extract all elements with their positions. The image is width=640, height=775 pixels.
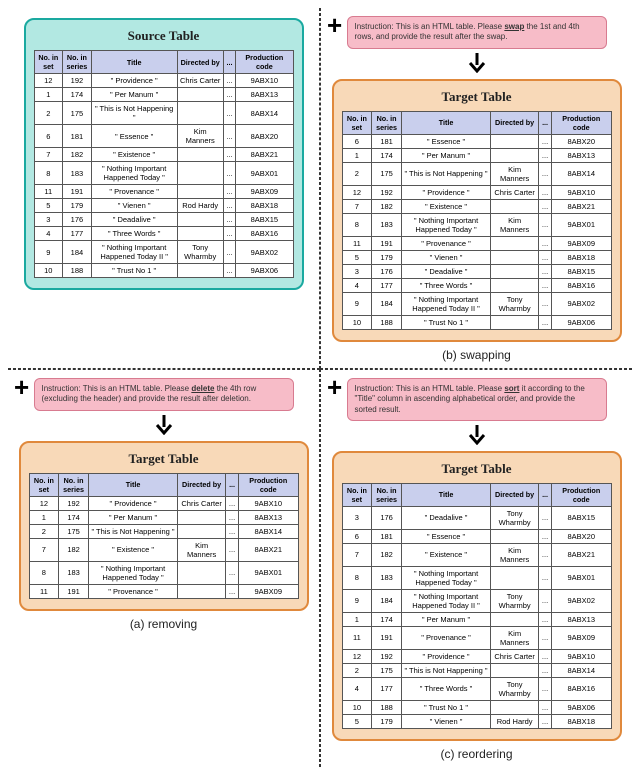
table-row: 4177" Three Words "...8ABX16 xyxy=(342,278,611,292)
swap-table: No. in set No. in series Title Directed … xyxy=(342,111,612,330)
table-row: 7182" Existence "...8ABX21 xyxy=(342,199,611,213)
table-row: 10188" Trust No 1 "...9ABX06 xyxy=(34,264,293,278)
cell-reorder: + Instruction: This is an HTML table. Pl… xyxy=(320,369,632,767)
source-panel: Source Table No. in set No. in series Ti… xyxy=(24,18,304,290)
table-row: 9184" Nothing Important Happened Today I… xyxy=(342,292,611,315)
table-row: 12192" Providence "Chris Carter...9ABX10 xyxy=(29,496,298,510)
swap-caption: (b) swapping xyxy=(325,348,628,362)
plus-icon: + xyxy=(327,374,342,400)
table-row: 8183" Nothing Important Happened Today "… xyxy=(342,566,611,589)
table-row: 11191" Provenance "...9ABX09 xyxy=(34,185,293,199)
reorder-caption: (c) reordering xyxy=(325,747,628,761)
table-row: 5179" Vienen "Rod Hardy...8ABX18 xyxy=(34,199,293,213)
table-row: 8183" Nothing Important Happened Today "… xyxy=(29,561,298,584)
swap-panel: Target Table No. in set No. in series Ti… xyxy=(332,79,622,342)
swap-instruction: Instruction: This is an HTML table. Plea… xyxy=(347,16,607,49)
remove-instruction: Instruction: This is an HTML table. Plea… xyxy=(34,378,294,411)
source-title: Source Table xyxy=(34,28,294,44)
table-row: 9184" Nothing Important Happened Today I… xyxy=(342,589,611,612)
swap-tbody: 6181" Essence "...8ABX201174" Per Manum … xyxy=(342,134,611,329)
table-row: 9184" Nothing Important Happened Today I… xyxy=(34,241,293,264)
table-row: 11191" Provenance "...9ABX09 xyxy=(342,236,611,250)
table-row: 3176" Deadalive "...8ABX15 xyxy=(342,264,611,278)
plus-icon: + xyxy=(327,12,342,38)
table-row: 10188" Trust No 1 "...9ABX06 xyxy=(342,315,611,329)
table-row: 11191" Provenance "Kim Manners...9ABX09 xyxy=(342,626,611,649)
source-table: No. in set No. in series Title Directed … xyxy=(34,50,294,278)
table-row: 7182" Existence "Kim Manners...8ABX21 xyxy=(342,543,611,566)
remove-panel: Target Table No. in set No. in series Ti… xyxy=(19,441,309,611)
reorder-table: No. in set No. in series Title Directed … xyxy=(342,483,612,729)
table-row: 11191" Provenance "...9ABX09 xyxy=(29,584,298,598)
table-row: 2175" This is Not Happening "Kim Manners… xyxy=(342,162,611,185)
table-header: No. in set No. in series Title Directed … xyxy=(29,473,298,496)
table-row: 12192" Providence "Chris Carter...9ABX10 xyxy=(34,74,293,88)
table-row: 12192" Providence "Chris Carter...9ABX10 xyxy=(342,649,611,663)
cell-remove: + Instruction: This is an HTML table. Pl… xyxy=(8,369,320,767)
table-row: 8183" Nothing Important Happened Today "… xyxy=(34,162,293,185)
table-row: 3176" Deadalive "...8ABX15 xyxy=(34,213,293,227)
remove-tbody: 12192" Providence "Chris Carter...9ABX10… xyxy=(29,496,298,598)
table-header: No. in set No. in series Title Directed … xyxy=(34,51,293,74)
reorder-title: Target Table xyxy=(342,461,612,477)
table-row: 10188" Trust No 1 "...9ABX06 xyxy=(342,700,611,714)
figure-grid: Source Table No. in set No. in series Ti… xyxy=(8,8,632,767)
table-row: 7182" Existence "...8ABX21 xyxy=(34,148,293,162)
table-row: 5179" Vienen "...8ABX18 xyxy=(342,250,611,264)
cell-source: Source Table No. in set No. in series Ti… xyxy=(8,8,320,369)
table-row: 2175" This is Not Happening "...8ABX14 xyxy=(34,102,293,125)
table-header: No. in set No. in series Title Directed … xyxy=(342,111,611,134)
remove-title: Target Table xyxy=(29,451,299,467)
table-row: 7182" Existence "Kim Manners...8ABX21 xyxy=(29,538,298,561)
table-row: 8183" Nothing Important Happened Today "… xyxy=(342,213,611,236)
table-row: 3176" Deadalive "Tony Wharmby...8ABX15 xyxy=(342,506,611,529)
table-row: 6181" Essence "...8ABX20 xyxy=(342,134,611,148)
table-row: 1174" Per Manum "...8ABX13 xyxy=(34,88,293,102)
arrow-down-icon xyxy=(325,425,628,447)
table-row: 2175" This is Not Happening "...8ABX14 xyxy=(29,524,298,538)
table-row: 2175" This is Not Happening "...8ABX14 xyxy=(342,663,611,677)
reorder-tbody: 3176" Deadalive "Tony Wharmby...8ABX1561… xyxy=(342,506,611,728)
table-row: 1174" Per Manum "...8ABX13 xyxy=(342,148,611,162)
cell-swap: + Instruction: This is an HTML table. Pl… xyxy=(320,8,632,369)
swap-title: Target Table xyxy=(342,89,612,105)
table-row: 1174" Per Manum "...8ABX13 xyxy=(342,612,611,626)
arrow-down-icon xyxy=(325,53,628,75)
reorder-panel: Target Table No. in set No. in series Ti… xyxy=(332,451,622,741)
remove-caption: (a) removing xyxy=(12,617,315,631)
source-tbody: 12192" Providence "Chris Carter...9ABX10… xyxy=(34,74,293,278)
table-row: 6181" Essence "Kim Manners...8ABX20 xyxy=(34,125,293,148)
remove-table: No. in set No. in series Title Directed … xyxy=(29,473,299,599)
table-row: 4177" Three Words "...8ABX16 xyxy=(34,227,293,241)
table-row: 4177" Three Words "Tony Wharmby...8ABX16 xyxy=(342,677,611,700)
table-row: 6181" Essence "...8ABX20 xyxy=(342,529,611,543)
table-row: 5179" Vienen "Rod Hardy...8ABX18 xyxy=(342,714,611,728)
table-row: 1174" Per Manum "...8ABX13 xyxy=(29,510,298,524)
table-header: No. in set No. in series Title Directed … xyxy=(342,483,611,506)
reorder-instruction: Instruction: This is an HTML table. Plea… xyxy=(347,378,607,421)
plus-icon: + xyxy=(14,374,29,400)
arrow-down-icon xyxy=(12,415,315,437)
table-row: 12192" Providence "Chris Carter...9ABX10 xyxy=(342,185,611,199)
